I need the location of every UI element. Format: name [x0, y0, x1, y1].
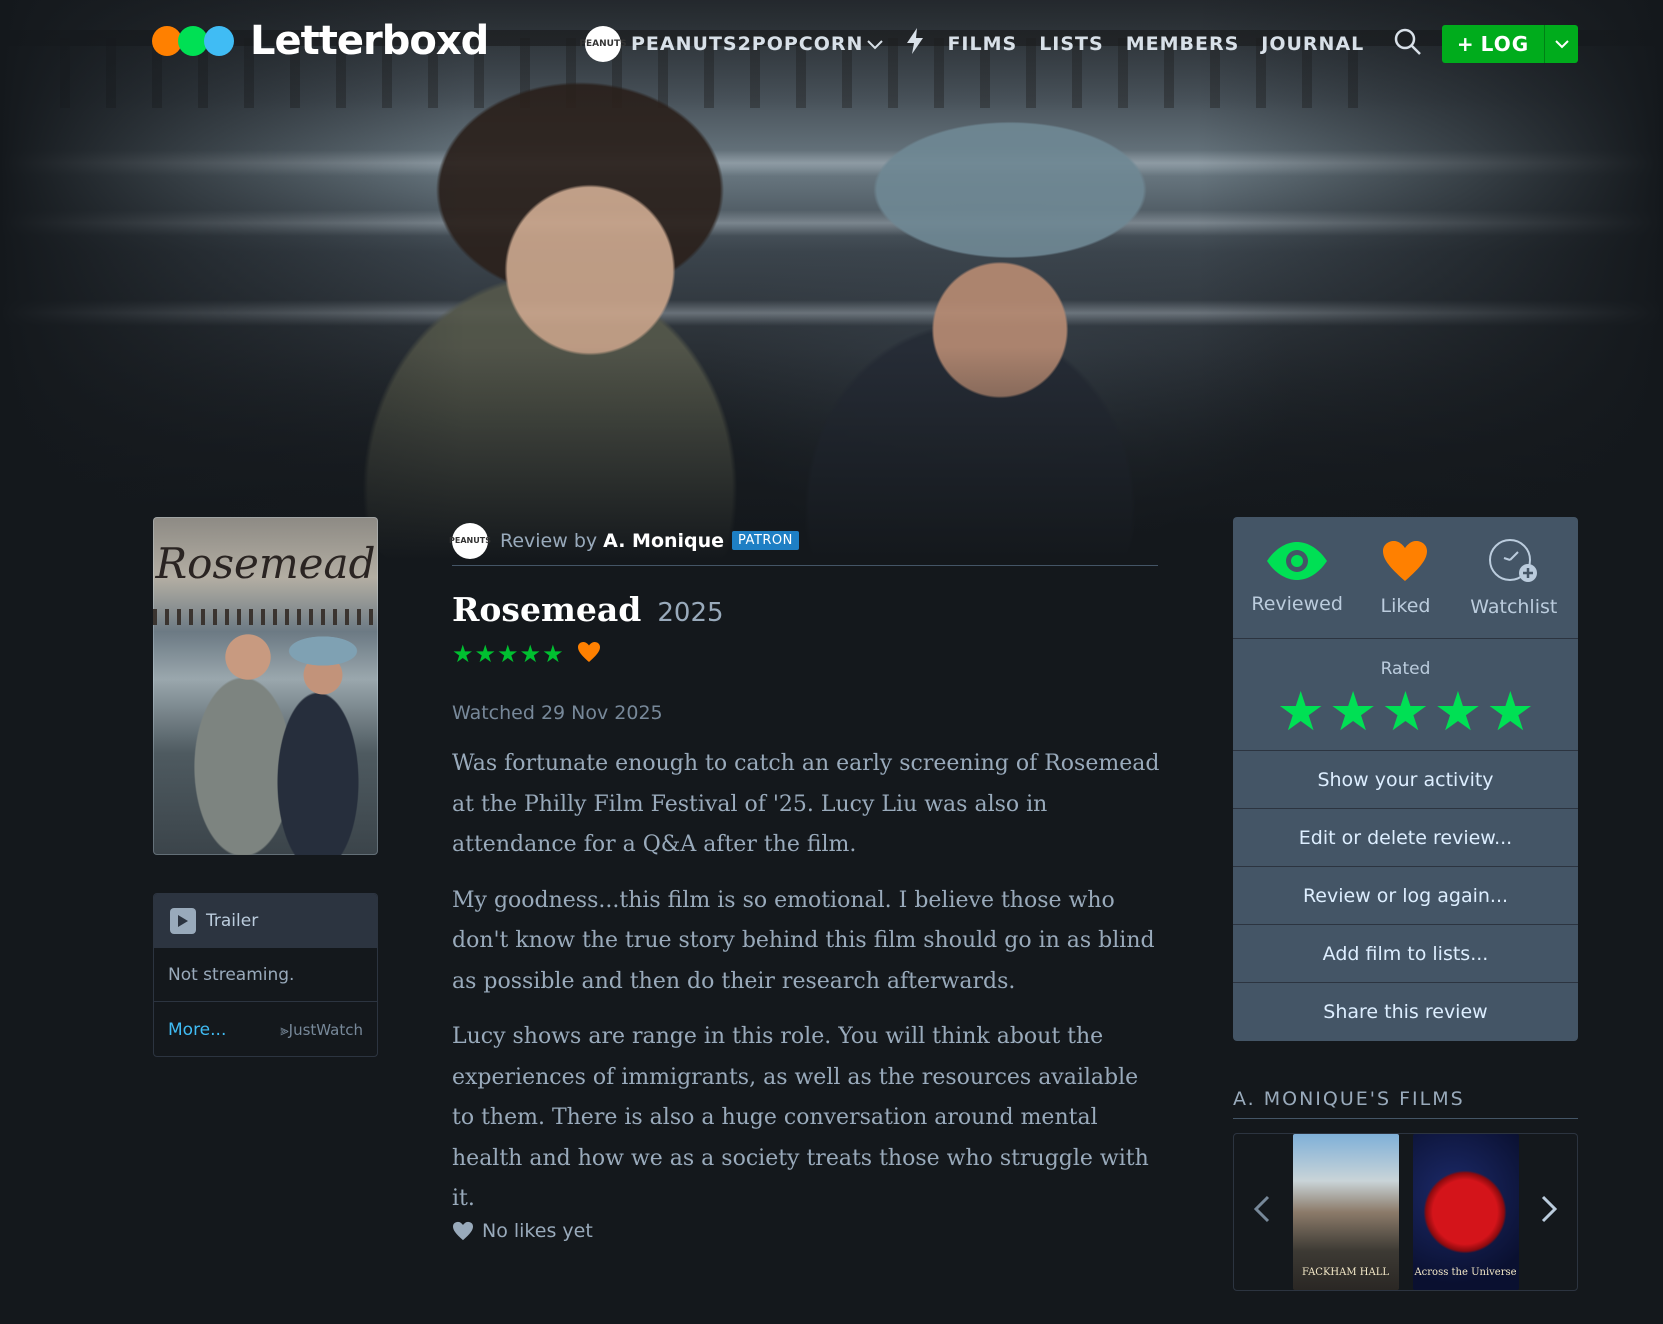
film-title-row: Rosemead 2025 — [452, 590, 724, 629]
star-icon[interactable]: ★ — [1486, 685, 1534, 739]
review-author-link[interactable]: A. Monique — [603, 530, 724, 552]
review-again-link[interactable]: Review or log again... — [1233, 867, 1578, 925]
liked-heart-icon — [577, 641, 601, 667]
watchlist-action[interactable]: Watchlist — [1464, 538, 1564, 618]
film-poster-thumb[interactable]: FACKHAM HALL — [1292, 1134, 1399, 1290]
film-poster-thumb[interactable]: Across the Universe — [1412, 1134, 1519, 1290]
star-icon: ★ — [474, 640, 497, 668]
watched-date: Watched 29 Nov 2025 — [452, 702, 663, 724]
user-avatar[interactable]: PEANUTS — [579, 26, 627, 62]
chevron-left-icon[interactable] — [1248, 1192, 1276, 1232]
liked-label: Liked — [1380, 594, 1431, 617]
actions-panel: Reviewed Liked Watchlist Rated ★ ★ ★ ★ ★… — [1233, 517, 1578, 1041]
review-paragraph: My goodness...this film is so emotional.… — [452, 887, 1155, 994]
log-button[interactable]: + LOG — [1442, 25, 1578, 63]
review-paragraph: Lucy shows are range in this role. You w… — [452, 1024, 1149, 1211]
plus-icon: + — [1456, 32, 1475, 56]
add-to-lists-link[interactable]: Add film to lists... — [1233, 925, 1578, 983]
review-paragraph: Was fortunate enough to catch an early s… — [452, 751, 1160, 857]
star-icon[interactable]: ★ — [1276, 685, 1324, 739]
film-thumbs: FACKHAM HALL Across the Universe — [1286, 1134, 1526, 1290]
review-body: Was fortunate enough to catch an early s… — [452, 744, 1164, 1235]
watch-more-row: More... ⫸JustWatch — [154, 1002, 377, 1056]
play-icon — [170, 908, 196, 934]
star-icon: ★ — [452, 640, 474, 668]
star-icon: ★ — [497, 640, 519, 668]
avatar-text: PEANUTS — [579, 39, 627, 49]
search-icon[interactable] — [1394, 28, 1422, 60]
star-icon: ★ — [519, 640, 542, 668]
film-year-link[interactable]: 2025 — [657, 598, 723, 628]
nav-members[interactable]: MEMBERS — [1126, 33, 1240, 55]
log-button-main[interactable]: + LOG — [1442, 25, 1544, 63]
nav-username[interactable]: PEANUTS2POPCORN — [631, 33, 863, 55]
justwatch-credit[interactable]: ⫸JustWatch — [280, 1021, 363, 1039]
liked-action[interactable]: Liked — [1355, 539, 1455, 617]
heart-icon — [453, 1221, 473, 1241]
user-films-section: A. MONIQUE'S FILMS FACKHAM HALL Across t… — [1233, 1088, 1578, 1291]
nav-films[interactable]: FILMS — [947, 33, 1017, 55]
star-icon[interactable]: ★ — [1329, 685, 1377, 739]
poster-figure-right — [268, 617, 368, 855]
nav-lists[interactable]: LISTS — [1039, 33, 1104, 55]
logo-wordmark: Letterboxd — [250, 18, 489, 64]
poster-title: Rosemead — [155, 539, 376, 588]
author-avatar[interactable]: PEANUTS — [449, 522, 491, 559]
review-by-prefix: Review by — [500, 529, 598, 552]
heart-icon — [1383, 540, 1428, 581]
star-icon[interactable]: ★ — [1434, 685, 1482, 739]
share-review-link[interactable]: Share this review — [1233, 983, 1578, 1041]
reviewed-label: Reviewed — [1251, 592, 1343, 615]
watchlist-clock-icon — [1488, 538, 1537, 582]
star-icon: ★ — [542, 640, 564, 668]
watchlist-label: Watchlist — [1470, 595, 1558, 618]
log-dropdown-toggle[interactable] — [1544, 25, 1578, 63]
patron-badge[interactable]: PATRON — [732, 531, 799, 550]
rated-label: Rated — [1380, 659, 1431, 679]
user-films-title[interactable]: A. MONIQUE'S FILMS — [1233, 1088, 1578, 1119]
edit-review-link[interactable]: Edit or delete review... — [1233, 809, 1578, 867]
film-thumb-title: FACKHAM HALL — [1302, 1267, 1389, 1278]
rated-row: Rated ★ ★ ★ ★ ★ — [1233, 639, 1578, 751]
rating-stars[interactable]: ★ ★ ★ ★ ★ — [1274, 685, 1536, 739]
likes-count-text: No likes yet — [482, 1220, 593, 1242]
review-rating: ★ ★ ★ ★ ★ — [452, 640, 601, 668]
justwatch-icon: ⫸ — [280, 1021, 289, 1039]
film-poster[interactable]: Rosemead — [153, 517, 378, 855]
justwatch-label: JustWatch — [288, 1021, 363, 1039]
more-link[interactable]: More... — [168, 1020, 226, 1040]
review-byline: PEANUTS Review by A. Monique PATRON — [449, 516, 1158, 566]
film-title-link[interactable]: Rosemead — [452, 590, 641, 629]
log-button-label: LOG — [1480, 32, 1530, 56]
letterboxd-logo[interactable]: Letterboxd — [152, 18, 489, 64]
activity-bolt-icon[interactable] — [905, 28, 925, 60]
trailer-label: Trailer — [206, 911, 259, 931]
films-carousel: FACKHAM HALL Across the Universe — [1233, 1133, 1578, 1291]
action-icons-row: Reviewed Liked Watchlist — [1233, 517, 1578, 639]
chevron-down-icon[interactable] — [867, 35, 884, 54]
trailer-button[interactable]: Trailer — [154, 894, 377, 948]
chevron-right-icon[interactable] — [1535, 1192, 1563, 1232]
site-header: Letterboxd PEANUTS PEANUTS2POPCORN FILMS… — [0, 0, 1663, 90]
show-activity-link[interactable]: Show your activity — [1233, 751, 1578, 809]
streaming-status: Not streaming. — [154, 948, 377, 1002]
chevron-down-icon — [1554, 39, 1569, 48]
film-thumb-title: Across the Universe — [1414, 1267, 1517, 1278]
nav-journal[interactable]: JOURNAL — [1261, 33, 1364, 55]
main-nav: PEANUTS PEANUTS2POPCORN FILMS LISTS MEMB… — [579, 24, 1452, 64]
logo-dots-icon — [152, 26, 234, 56]
reviewed-action[interactable]: Reviewed — [1247, 541, 1347, 615]
star-icon[interactable]: ★ — [1381, 685, 1429, 739]
avatar-text: PEANUTS — [449, 536, 491, 545]
watch-panel: Trailer Not streaming. More... ⫸JustWatc… — [153, 893, 378, 1057]
review-likes[interactable]: No likes yet — [452, 1220, 593, 1242]
eye-icon — [1267, 541, 1328, 580]
